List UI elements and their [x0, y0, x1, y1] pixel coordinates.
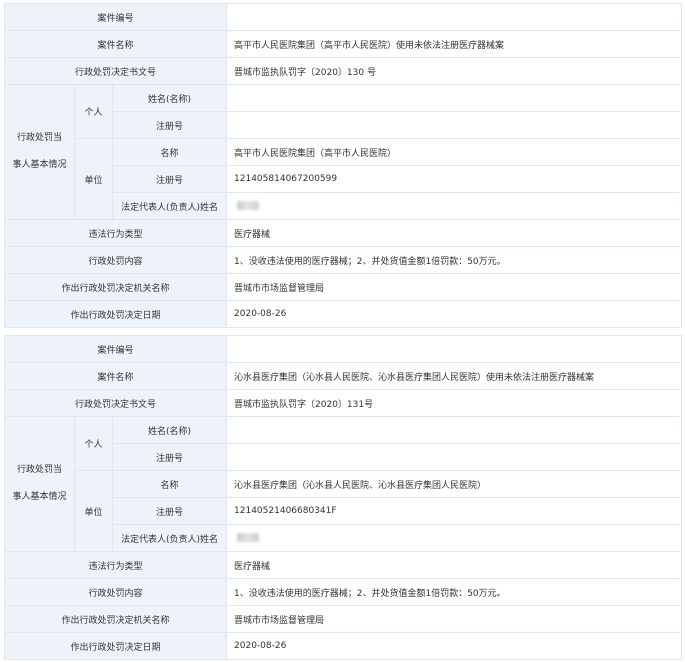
- violation-type-label: 违法行为类型: [3, 219, 228, 247]
- case-no-value: [226, 335, 683, 363]
- party-info-label: 行政处罚当 事人基本情况: [4, 84, 75, 220]
- authority-label: 作出行政处罚决定机关名称: [3, 605, 228, 633]
- unit-reg-no-value: 121405814067200599: [226, 165, 683, 193]
- decision-date-value: 2020-08-26: [226, 300, 683, 328]
- case-name-label: 案件名称: [3, 30, 228, 58]
- individual-reg-no-label: 注册号: [111, 111, 228, 139]
- individual-reg-no-label: 注册号: [111, 443, 228, 471]
- party-info-label-line1: 行政处罚当: [16, 133, 62, 143]
- authority-value: 晋城市市场监督管理局: [226, 273, 683, 301]
- decision-no-value: 晋城市监执队罚字〔2020〕131号: [226, 389, 683, 417]
- legal-rep-label: 法定代表人(负责人)姓名: [111, 524, 228, 552]
- decision-date-label: 作出行政处罚决定日期: [3, 300, 228, 328]
- decision-no-label: 行政处罚决定书文号: [3, 57, 228, 85]
- penalty-content-value: 1、没收违法使用的医疗器械；2、并处货值金额1倍罚款：50万元。: [226, 578, 683, 606]
- case-name-value: 沁水县医疗集团（沁水县人民医院、沁水县医疗集团人民医院）使用未依法注册医疗器械案: [226, 362, 683, 390]
- unit-name-value: 沁水县医疗集团（沁水县人民医院、沁水县医疗集团人民医院）: [226, 470, 683, 498]
- party-info-label-line2: 事人基本情况: [12, 492, 67, 502]
- case-no-label: 案件编号: [3, 335, 228, 363]
- individual-name-label: 姓名(名称): [111, 416, 228, 444]
- decision-date-value: 2020-08-26: [226, 632, 683, 660]
- unit-name-value: 高平市人民医院集团（高平市人民医院）: [226, 138, 683, 166]
- individual-name-value: [226, 416, 683, 444]
- penalty-content-label: 行政处罚内容: [3, 246, 228, 274]
- party-info-label: 行政处罚当 事人基本情况: [4, 416, 75, 552]
- individual-label: 个人: [74, 84, 113, 139]
- unit-name-label: 名称: [111, 138, 228, 166]
- authority-label: 作出行政处罚决定机关名称: [3, 273, 228, 301]
- individual-name-value: [226, 84, 683, 112]
- case-name-value: 高平市人民医院集团（高平市人民医院）使用未依法注册医疗器械案: [226, 30, 683, 58]
- redacted-name-image: [237, 201, 260, 210]
- party-info-label-line2: 事人基本情况: [12, 160, 67, 170]
- legal-rep-label: 法定代表人(负责人)姓名: [111, 192, 228, 220]
- individual-name-label: 姓名(名称): [111, 84, 228, 112]
- redacted-name-image: [237, 533, 260, 542]
- authority-value: 晋城市市场监督管理局: [226, 605, 683, 633]
- penalty-content-value: 1、没收违法使用的医疗器械；2、并处货值金额1倍罚款：50万元。: [226, 246, 683, 274]
- decision-no-label: 行政处罚决定书文号: [3, 389, 228, 417]
- case-no-value: [226, 3, 683, 31]
- individual-label: 个人: [74, 416, 113, 471]
- case-no-label: 案件编号: [3, 3, 228, 31]
- case-record-2: 案件编号 案件名称 沁水县医疗集团（沁水县人民医院、沁水县医疗集团人民医院）使用…: [3, 335, 683, 660]
- violation-type-label: 违法行为类型: [3, 551, 228, 579]
- unit-reg-no-label: 注册号: [111, 165, 228, 193]
- unit-label: 单位: [74, 470, 113, 552]
- unit-reg-no-value: 12140521406680341F: [226, 497, 683, 525]
- case-name-label: 案件名称: [3, 362, 228, 390]
- unit-reg-no-label: 注册号: [111, 497, 228, 525]
- individual-reg-no-value: [226, 111, 683, 139]
- party-info-label-line1: 行政处罚当: [16, 465, 62, 475]
- decision-date-label: 作出行政处罚决定日期: [3, 632, 228, 660]
- penalty-content-label: 行政处罚内容: [3, 578, 228, 606]
- legal-rep-value: [226, 524, 683, 552]
- legal-rep-value: [226, 192, 683, 220]
- violation-type-value: 医疗器械: [226, 219, 683, 247]
- unit-label: 单位: [74, 138, 113, 220]
- decision-no-value: 晋城市监执队罚字〔2020〕130 号: [226, 57, 683, 85]
- violation-type-value: 医疗器械: [226, 551, 683, 579]
- case-record-1: 案件编号 案件名称 高平市人民医院集团（高平市人民医院）使用未依法注册医疗器械案…: [3, 3, 683, 328]
- individual-reg-no-value: [226, 443, 683, 471]
- unit-name-label: 名称: [111, 470, 228, 498]
